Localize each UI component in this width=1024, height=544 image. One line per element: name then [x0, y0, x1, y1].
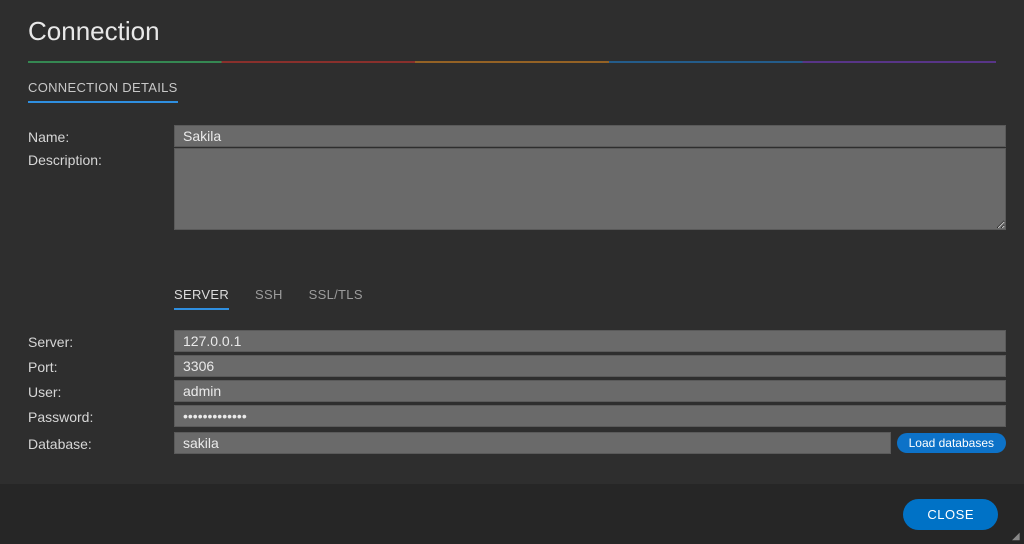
database-field[interactable]	[174, 432, 891, 454]
name-field[interactable]	[174, 125, 1006, 147]
server-field[interactable]	[174, 330, 1006, 352]
rainbow-divider	[28, 61, 996, 63]
tab-server[interactable]: SERVER	[174, 287, 229, 310]
dialog-title: Connection	[28, 14, 996, 61]
label-database: Database:	[28, 432, 168, 455]
dialog-footer: CLOSE ◢	[0, 484, 1024, 544]
label-description: Description:	[28, 148, 168, 233]
user-field[interactable]	[174, 380, 1006, 402]
connection-dialog-panel: Connection CONNECTION DETAILS Name: Desc…	[0, 0, 1024, 484]
label-user: User:	[28, 380, 168, 403]
description-field[interactable]	[174, 148, 1006, 230]
resize-grip-icon: ◢	[1012, 532, 1022, 542]
label-port: Port:	[28, 355, 168, 378]
close-button[interactable]: CLOSE	[903, 499, 998, 530]
label-server: Server:	[28, 330, 168, 353]
section-header-connection-details: CONNECTION DETAILS	[28, 80, 178, 103]
label-name: Name:	[28, 125, 168, 148]
tab-ssltls[interactable]: SSL/TLS	[309, 287, 363, 310]
password-field[interactable]	[174, 405, 1006, 427]
load-databases-button[interactable]: Load databases	[897, 433, 1006, 453]
connection-tabs: SERVER SSH SSL/TLS	[174, 287, 1006, 310]
tab-ssh[interactable]: SSH	[255, 287, 283, 310]
port-field[interactable]	[174, 355, 1006, 377]
label-password: Password:	[28, 405, 168, 428]
